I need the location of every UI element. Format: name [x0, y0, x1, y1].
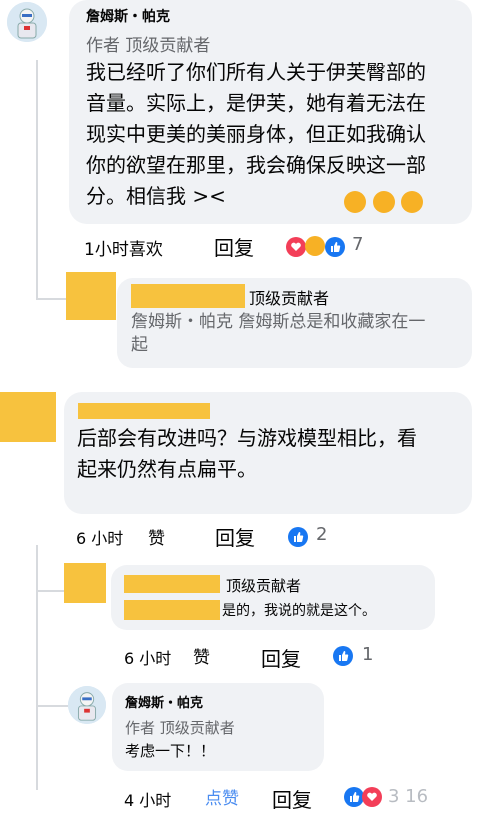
reply-button[interactable]: 回复: [272, 784, 312, 813]
reaction-count[interactable]: 7: [352, 234, 363, 255]
reaction-count[interactable]: 3 16: [388, 786, 428, 807]
timestamp[interactable]: 6 小时: [124, 645, 171, 669]
like-reaction-icon: [325, 237, 345, 257]
reply-text: 詹姆斯・帕克 詹姆斯总是和收藏家在一 起: [131, 311, 425, 357]
redacted-author: [131, 284, 245, 308]
comment-text-line: 音量。实际上，是伊芙，她有着无法在: [86, 91, 426, 115]
reply-text: 考虑一下！！: [125, 742, 216, 760]
haha-reaction-icon: [305, 236, 325, 256]
comment-text: 我已经听了你们所有人关于伊芙臀部的 音量。实际上，是伊芙，她有着无法在 现实中更…: [86, 57, 466, 212]
comment-text-line: 你的欲望在那里，我会确保反映这一部: [86, 153, 426, 177]
love-reaction-icon: [286, 237, 306, 257]
reply-text-line: 起: [131, 335, 148, 355]
comment-author[interactable]: 詹姆斯・帕克: [86, 6, 170, 26]
thread-line-second: [36, 545, 38, 790]
like-reaction-icon: [344, 787, 364, 807]
reply-button[interactable]: 回复: [261, 643, 301, 672]
robot-avatar-icon: [7, 2, 47, 42]
laughing-emoji-icon: [344, 191, 366, 213]
reply-button[interactable]: 回复: [215, 522, 255, 551]
like-button[interactable]: 赞: [148, 524, 165, 549]
timestamp[interactable]: 6 小时: [76, 525, 123, 549]
laughing-emoji-icon: [401, 191, 423, 213]
redacted-avatar: [0, 392, 56, 442]
redacted-author: [124, 575, 220, 593]
comment-text-line: 后部会有改进吗？与游戏模型相比，看: [77, 426, 417, 450]
reply-button[interactable]: 回复: [214, 232, 254, 261]
reply-badge: 顶级贡献者: [226, 577, 302, 595]
redacted-name: [124, 600, 220, 620]
robot-avatar-icon: [68, 686, 106, 724]
reply-text-line: 詹姆斯・帕克 詹姆斯总是和收藏家在一: [131, 312, 426, 332]
thread-line-main: [36, 60, 38, 300]
avatar[interactable]: [68, 686, 106, 724]
comment-text: 后部会有改进吗？与游戏模型相比，看 起来仍然有点扁平。: [77, 423, 467, 485]
reaction-count[interactable]: 1: [362, 644, 373, 665]
redacted-author: [78, 403, 210, 419]
author-badge: 作者 顶级贡献者: [86, 36, 211, 56]
comment-text-line: 我已经听了你们所有人关于伊芙臀部的: [86, 60, 426, 84]
timestamp[interactable]: 4 小时: [124, 787, 171, 811]
like-button[interactable]: 点赞: [205, 784, 239, 809]
reply-badge: 顶级贡献者: [249, 289, 330, 308]
thread-line-curve-2: [36, 590, 64, 592]
thread-line-curve-3: [36, 705, 68, 707]
like-reaction-icon: [333, 646, 353, 666]
reply-text: 是的，我说的就是这个。: [222, 603, 376, 619]
redacted-avatar: [64, 563, 106, 603]
reaction-count[interactable]: 2: [316, 524, 327, 545]
like-button[interactable]: 赞: [193, 643, 210, 668]
avatar[interactable]: [7, 2, 47, 42]
author-badge: 作者 顶级贡献者: [125, 719, 235, 737]
time-like-label[interactable]: 1小时喜欢: [84, 235, 163, 260]
redacted-avatar: [66, 272, 116, 320]
like-reaction-icon: [288, 527, 308, 547]
comment-author[interactable]: 詹姆斯・帕克: [125, 692, 203, 711]
comment-text-line: 现实中更美的美丽身体，但正如我确认: [86, 122, 426, 146]
comment-text-line: 起来仍然有点扁平。: [77, 457, 257, 481]
laughing-emoji-icon: [373, 191, 395, 213]
love-reaction-icon: [362, 787, 382, 807]
